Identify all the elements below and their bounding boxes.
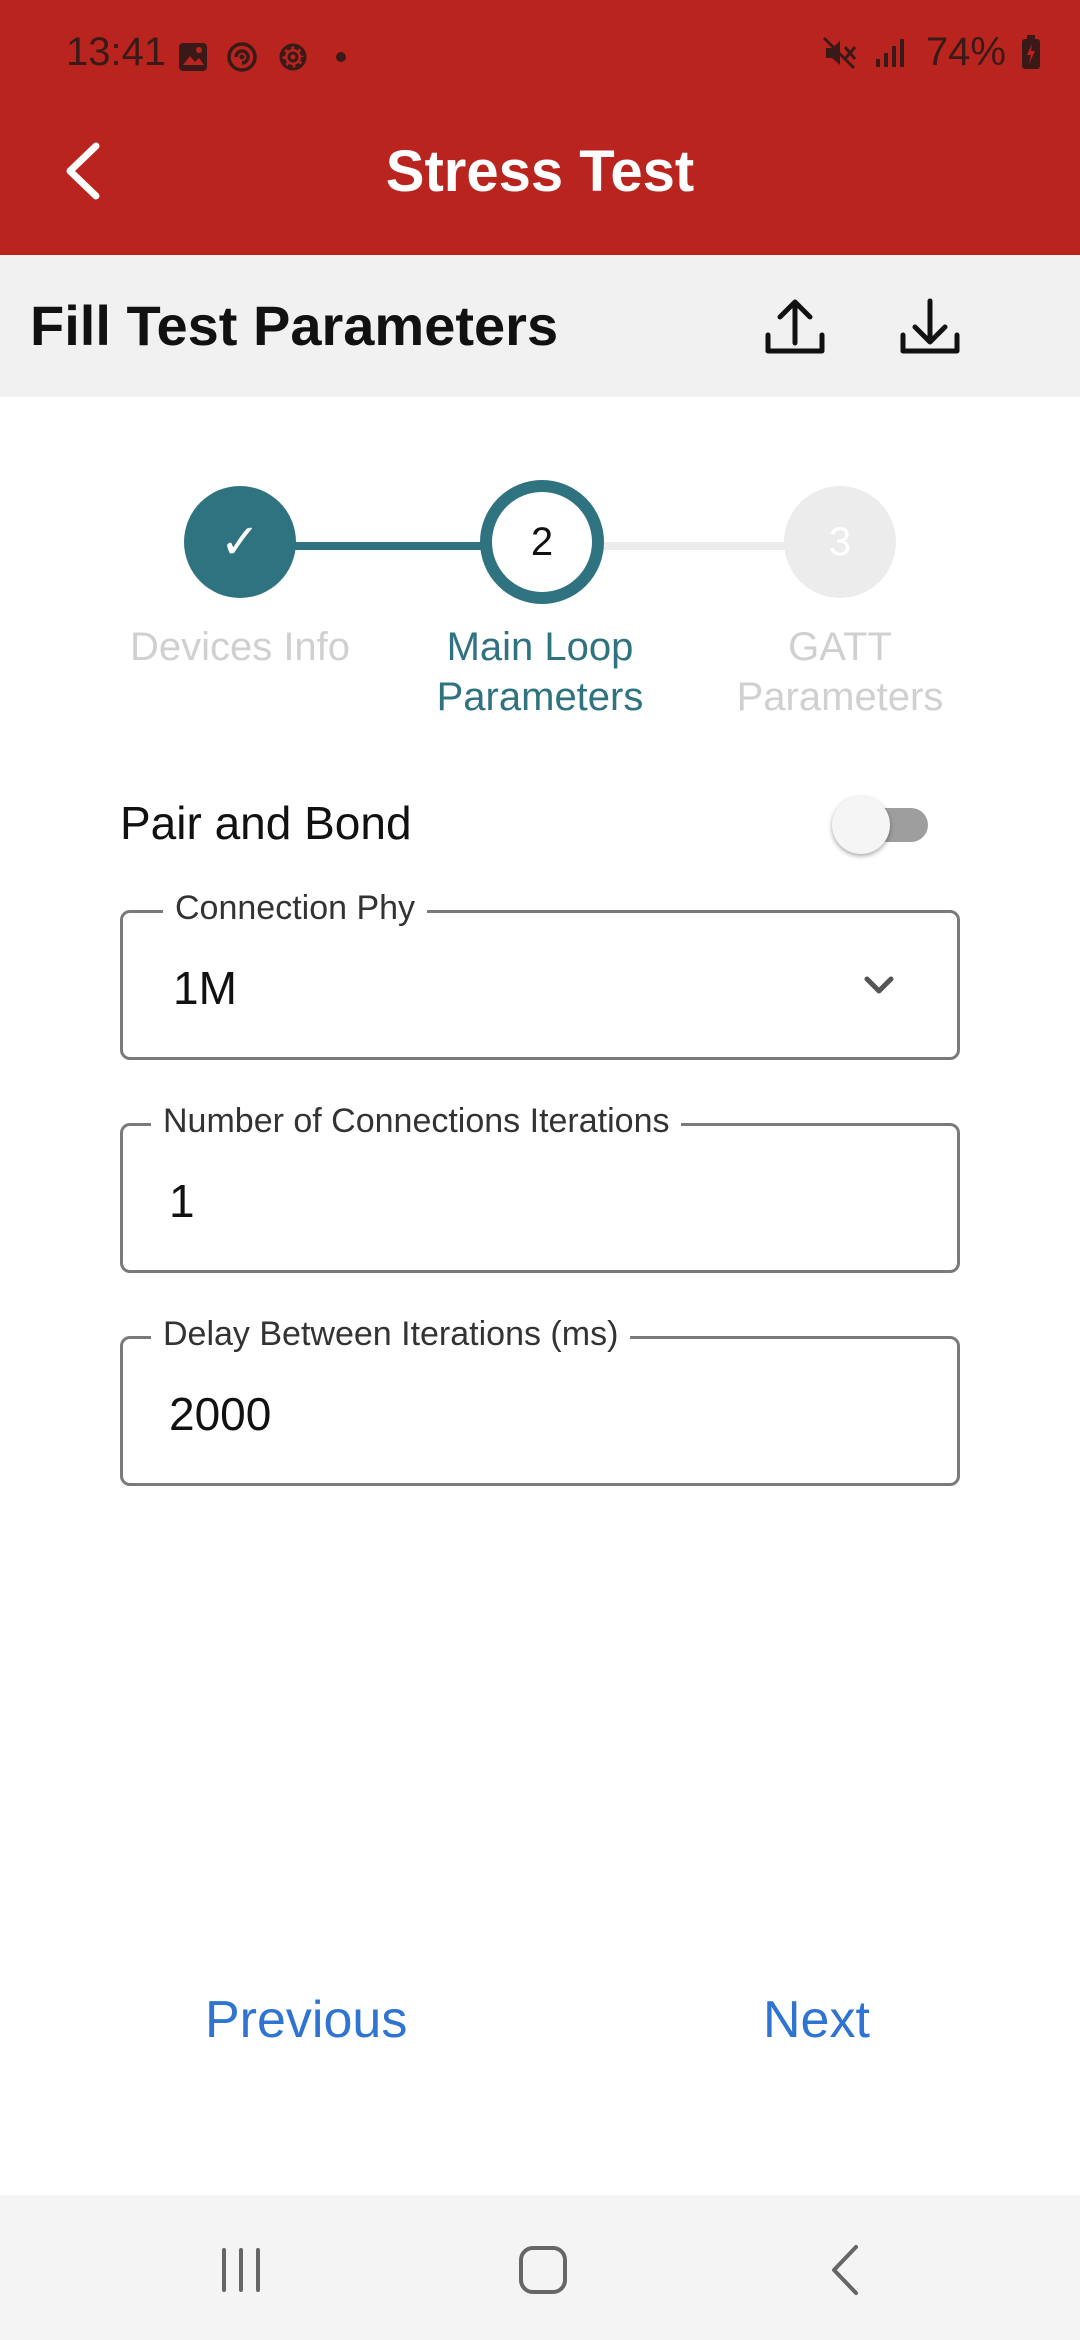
download-button[interactable] xyxy=(895,293,965,363)
next-button[interactable]: Next xyxy=(763,1990,870,2050)
recent-apps-icon xyxy=(222,2248,260,2292)
pair-and-bond-toggle[interactable] xyxy=(832,796,930,854)
settings-gear-icon xyxy=(279,43,307,71)
step-1-label: Devices Info xyxy=(110,622,370,672)
status-left-icons xyxy=(176,38,356,76)
back-icon xyxy=(832,2245,858,2295)
step-3-label-line2: Parameters xyxy=(736,675,944,719)
recent-apps-button[interactable] xyxy=(206,2235,276,2305)
stepper-connector-1 xyxy=(290,542,490,550)
delay-between-iterations-field[interactable]: Delay Between Iterations (ms) 2000 xyxy=(120,1315,960,1486)
connection-iterations-value: 1 xyxy=(169,1175,195,1227)
battery-percent: 74% xyxy=(925,30,1006,74)
delay-between-iterations-label: Delay Between Iterations (ms) xyxy=(151,1315,631,1354)
check-icon: ✓ xyxy=(219,516,261,569)
app-title: Stress Test xyxy=(385,139,695,204)
battery-charging-icon xyxy=(1022,34,1040,69)
footer-buttons: Previous Next xyxy=(0,1980,1080,2080)
connection-iterations-field[interactable]: Number of Connections Iterations 1 xyxy=(120,1102,960,1273)
status-time: 13:41 xyxy=(66,30,167,74)
stepper-connector-2 xyxy=(595,542,805,550)
step-3-label: GATT Parameters xyxy=(710,622,970,722)
connection-iterations-label: Number of Connections Iterations xyxy=(151,1102,682,1141)
download-icon xyxy=(900,298,960,354)
status-bar: 13:41 74% xyxy=(0,0,1080,110)
step-1-label-line1: Devices Info xyxy=(129,625,351,669)
sub-header: Fill Test Parameters xyxy=(0,255,1080,397)
step-2-label-line2: Parameters xyxy=(436,675,644,719)
connection-phy-value: 1M xyxy=(173,962,237,1014)
nav-back-button[interactable] xyxy=(812,2235,882,2305)
step-3-number: 3 xyxy=(828,519,852,564)
step-2-label-line1: Main Loop xyxy=(446,625,634,669)
toggle-knob xyxy=(832,796,890,854)
signal-icon xyxy=(875,38,904,67)
step-1-circle[interactable]: ✓ xyxy=(184,486,296,598)
home-icon xyxy=(519,2246,567,2294)
upload-button[interactable] xyxy=(760,293,830,363)
connection-phy-label: Connection Phy xyxy=(163,889,428,928)
connection-phy-select[interactable]: Connection Phy 1M xyxy=(120,889,960,1060)
image-icon xyxy=(179,43,207,71)
step-2-label: Main Loop Parameters xyxy=(410,622,670,722)
app-header: 13:41 74% Stress Test xyxy=(0,0,1080,255)
step-3-label-line1: GATT xyxy=(788,625,892,669)
dot-icon xyxy=(336,52,346,62)
status-right-icons: 74% xyxy=(820,30,1042,75)
upload-icon xyxy=(765,299,825,354)
step-3-circle[interactable]: 3 xyxy=(784,486,896,598)
mute-icon xyxy=(822,36,857,69)
system-nav-bar xyxy=(0,2195,1080,2340)
home-button[interactable] xyxy=(508,2235,578,2305)
previous-button[interactable]: Previous xyxy=(205,1990,407,2050)
step-2-number: 2 xyxy=(530,519,554,564)
delay-between-iterations-value: 2000 xyxy=(169,1388,272,1440)
chevron-down-icon xyxy=(864,976,894,994)
pair-and-bond-label: Pair and Bond xyxy=(120,797,412,849)
page-title: Fill Test Parameters xyxy=(30,294,559,357)
stepper: ✓ 2 3 Devices Info Main Loop Parameters … xyxy=(0,470,1080,730)
pair-and-bond-row: Pair and Bond xyxy=(120,790,930,860)
sync-icon xyxy=(227,42,257,72)
step-2-circle[interactable]: 2 xyxy=(480,480,604,604)
